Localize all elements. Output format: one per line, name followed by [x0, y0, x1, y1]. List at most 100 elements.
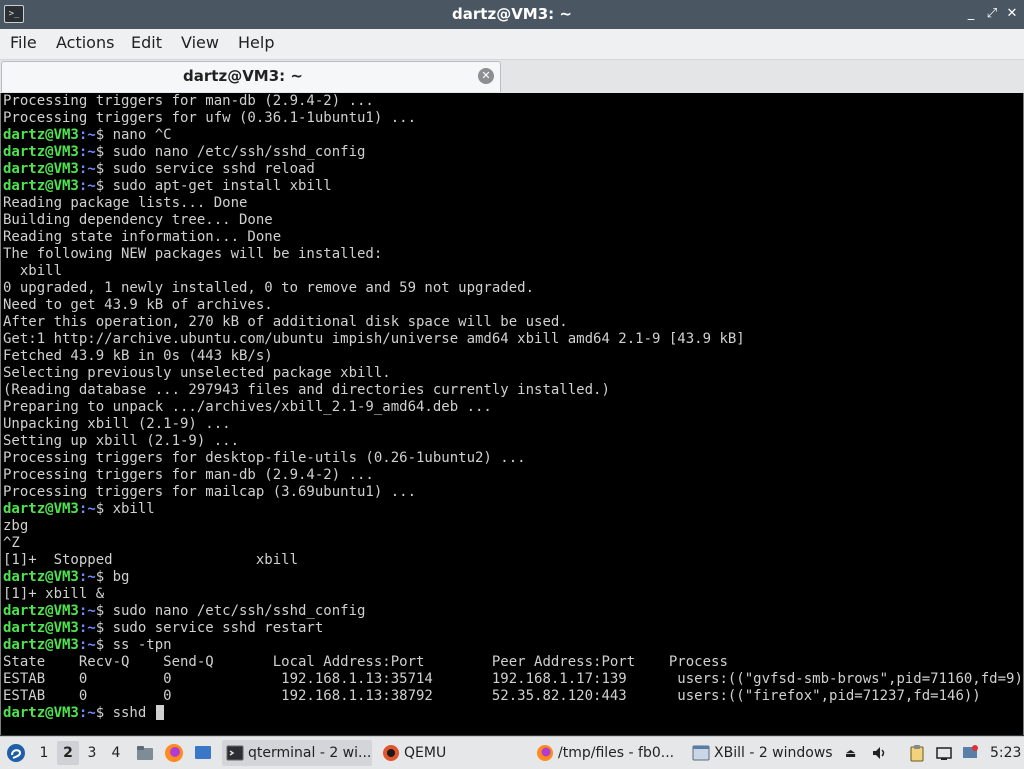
prompt-cwd: :~ — [78, 569, 96, 585]
xbill-icon — [692, 745, 710, 761]
terminal-prompt-line: dartz@VM3:~$ xbill — [3, 501, 1023, 518]
terminal-output-line: Processing triggers for ufw (0.36.1-1ubu… — [3, 110, 1023, 127]
terminal-prompt-line: dartz@VM3:~$ ss -tpn — [3, 637, 1023, 654]
close-button[interactable]: ✕ — [1003, 5, 1021, 23]
prompt-cwd: :~ — [78, 620, 96, 636]
maximize-button[interactable]: ⤢ — [983, 5, 1001, 23]
desktop-icon[interactable] — [193, 743, 213, 763]
tray-eject-icon[interactable]: ⏏ — [845, 737, 856, 769]
output-text: After this operation, 270 kB of addition… — [3, 314, 568, 330]
menu-file[interactable]: File — [10, 29, 37, 59]
minimize-button[interactable]: _ — [962, 5, 980, 23]
prompt-user-host: dartz@VM3 — [3, 620, 79, 636]
terminal-output-line: Preparing to unpack .../archives/xbill_2… — [3, 399, 1023, 416]
terminal-output-line: Reading state information... Done — [3, 229, 1023, 246]
prompt-user-host: dartz@VM3 — [3, 501, 79, 517]
terminal-prompt-line: dartz@VM3:~$ sudo nano /etc/ssh/sshd_con… — [3, 603, 1023, 620]
task-label: /tmp/files - fb0... — [558, 745, 675, 761]
terminal-output-line: [1]+ Stopped xbill — [3, 552, 1023, 569]
output-text: xbill — [3, 263, 63, 279]
task-label: qterminal - 2 wi... — [248, 745, 372, 761]
workspace-3[interactable]: 3 — [81, 741, 103, 765]
prompt-user-host: dartz@VM3 — [3, 127, 79, 143]
terminal-output-line: The following NEW packages will be insta… — [3, 246, 1023, 263]
output-text: The following NEW packages will be insta… — [3, 246, 383, 262]
output-text: Processing triggers for desktop-file-uti… — [3, 450, 526, 466]
output-text: State Recv-Q Send-Q Local Address:Port P… — [3, 654, 728, 670]
terminal-output-line: Building dependency tree... Done — [3, 212, 1023, 229]
output-text: Setting up xbill (2.1-9) ... — [3, 433, 240, 449]
output-text: ESTAB 0 0 192.168.1.13:35714 192.168.1.1… — [3, 671, 1024, 687]
task-label: QEMU — [404, 745, 447, 761]
terminal-output-line: Processing triggers for man-db (2.9.4-2)… — [3, 93, 1023, 110]
terminal-output-line: ESTAB 0 0 192.168.1.13:35714 192.168.1.1… — [3, 671, 1024, 688]
task-qemu[interactable]: QEMU — [378, 740, 528, 766]
terminal-output-line: zbg — [3, 518, 1023, 535]
prompt-command: $ xbill — [95, 501, 155, 517]
terminal-output-line: xbill — [3, 263, 1023, 280]
terminal-output[interactable]: Processing triggers for man-db (2.9.4-2)… — [0, 93, 1024, 735]
terminal-output-line: Processing triggers for man-db (2.9.4-2)… — [3, 467, 1023, 484]
terminal-output-line: Reading package lists... Done — [3, 195, 1023, 212]
start-menu-icon[interactable] — [6, 743, 26, 763]
prompt-user-host: dartz@VM3 — [3, 569, 79, 585]
text-cursor[interactable] — [155, 705, 164, 720]
terminal-output-line: Fetched 43.9 kB in 0s (443 kB/s) — [3, 348, 1023, 365]
terminal-output-line: ESTAB 0 0 192.168.1.13:38792 52.35.82.12… — [3, 688, 1023, 705]
prompt-user-host: dartz@VM3 — [3, 144, 79, 160]
tab-label: dartz@VM3: ~ — [183, 67, 303, 85]
task-xbill[interactable]: XBill - 2 windows — [688, 740, 836, 766]
output-text: Reading package lists... Done — [3, 195, 248, 211]
prompt-cwd: :~ — [78, 161, 96, 177]
file-manager-icon[interactable] — [135, 743, 155, 763]
prompt-command: $ sudo nano /etc/ssh/sshd_config — [95, 144, 366, 160]
output-text: Need to get 43.9 kB of archives. — [3, 297, 273, 313]
task-label: XBill - 2 windows — [714, 745, 833, 761]
window-title: dartz@VM3: ~ — [452, 5, 572, 23]
firefox-launcher-icon[interactable] — [164, 743, 184, 763]
menu-actions[interactable]: Actions — [56, 29, 114, 59]
taskbar: 1 2 3 4 qterminal - 2 wi... QEMU /tmp/fi… — [0, 736, 1024, 769]
clipboard-icon[interactable] — [908, 744, 926, 762]
menu-help[interactable]: Help — [238, 29, 274, 59]
prompt-cwd: :~ — [78, 178, 96, 194]
terminal-output-line: Processing triggers for desktop-file-uti… — [3, 450, 1023, 467]
prompt-command: $ nano ^C — [95, 127, 172, 143]
workspace-1[interactable]: 1 — [33, 741, 55, 765]
terminal-prompt-line: dartz@VM3:~$ bg — [3, 569, 1023, 586]
terminal-output-line: Processing triggers for mailcap (3.69ubu… — [3, 484, 1023, 501]
terminal-lines: Processing triggers for man-db (2.9.4-2)… — [3, 93, 1024, 722]
workspace-4[interactable]: 4 — [105, 741, 127, 765]
workspace-2[interactable]: 2 — [57, 741, 79, 765]
network-icon[interactable] — [935, 744, 953, 762]
prompt-command: $ sudo nano /etc/ssh/sshd_config — [95, 603, 366, 619]
tab-bar: dartz@VM3: ~ ✕ — [0, 60, 1024, 93]
terminal-prompt-line: dartz@VM3:~$ sudo service sshd restart — [3, 620, 1023, 637]
task-firefox[interactable]: /tmp/files - fb0... — [532, 740, 682, 766]
prompt-cwd: :~ — [78, 501, 96, 517]
terminal-output-line: 0 upgraded, 1 newly installed, 0 to remo… — [3, 280, 1023, 297]
window-titlebar[interactable]: >_ dartz@VM3: ~ _ ⤢ ✕ — [0, 0, 1024, 29]
terminal-prompt-line: dartz@VM3:~$ sudo service sshd reload — [3, 161, 1023, 178]
menu-edit[interactable]: Edit — [131, 29, 162, 59]
output-text: Selecting previously unselected package … — [3, 365, 391, 381]
clock[interactable]: 5:23 — [990, 737, 1021, 769]
terminal-output-line: (Reading database ... 297943 files and d… — [3, 382, 1023, 399]
prompt-command: $ ss -tpn — [95, 637, 172, 653]
terminal-output-line: Get:1 http://archive.ubuntu.com/ubuntu i… — [3, 331, 1023, 348]
tab-close-icon[interactable]: ✕ — [478, 68, 494, 84]
menu-view[interactable]: View — [181, 29, 219, 59]
task-qterminal[interactable]: qterminal - 2 wi... — [222, 740, 372, 766]
tab-terminal[interactable]: dartz@VM3: ~ ✕ — [1, 61, 501, 92]
output-text: Unpacking xbill (2.1-9) ... — [3, 416, 231, 432]
qemu-icon — [383, 745, 399, 761]
output-text: Processing triggers for ufw (0.36.1-1ubu… — [3, 110, 417, 126]
output-text: Processing triggers for mailcap (3.69ubu… — [3, 484, 417, 500]
notification-icon[interactable] — [961, 744, 979, 762]
output-text: ^Z — [3, 535, 20, 551]
volume-icon[interactable] — [871, 744, 889, 762]
terminal-output-line: ^Z — [3, 535, 1023, 552]
prompt-cwd: :~ — [78, 144, 96, 160]
output-text: Fetched 43.9 kB in 0s (443 kB/s) — [3, 348, 273, 364]
output-text: Reading state information... Done — [3, 229, 282, 245]
